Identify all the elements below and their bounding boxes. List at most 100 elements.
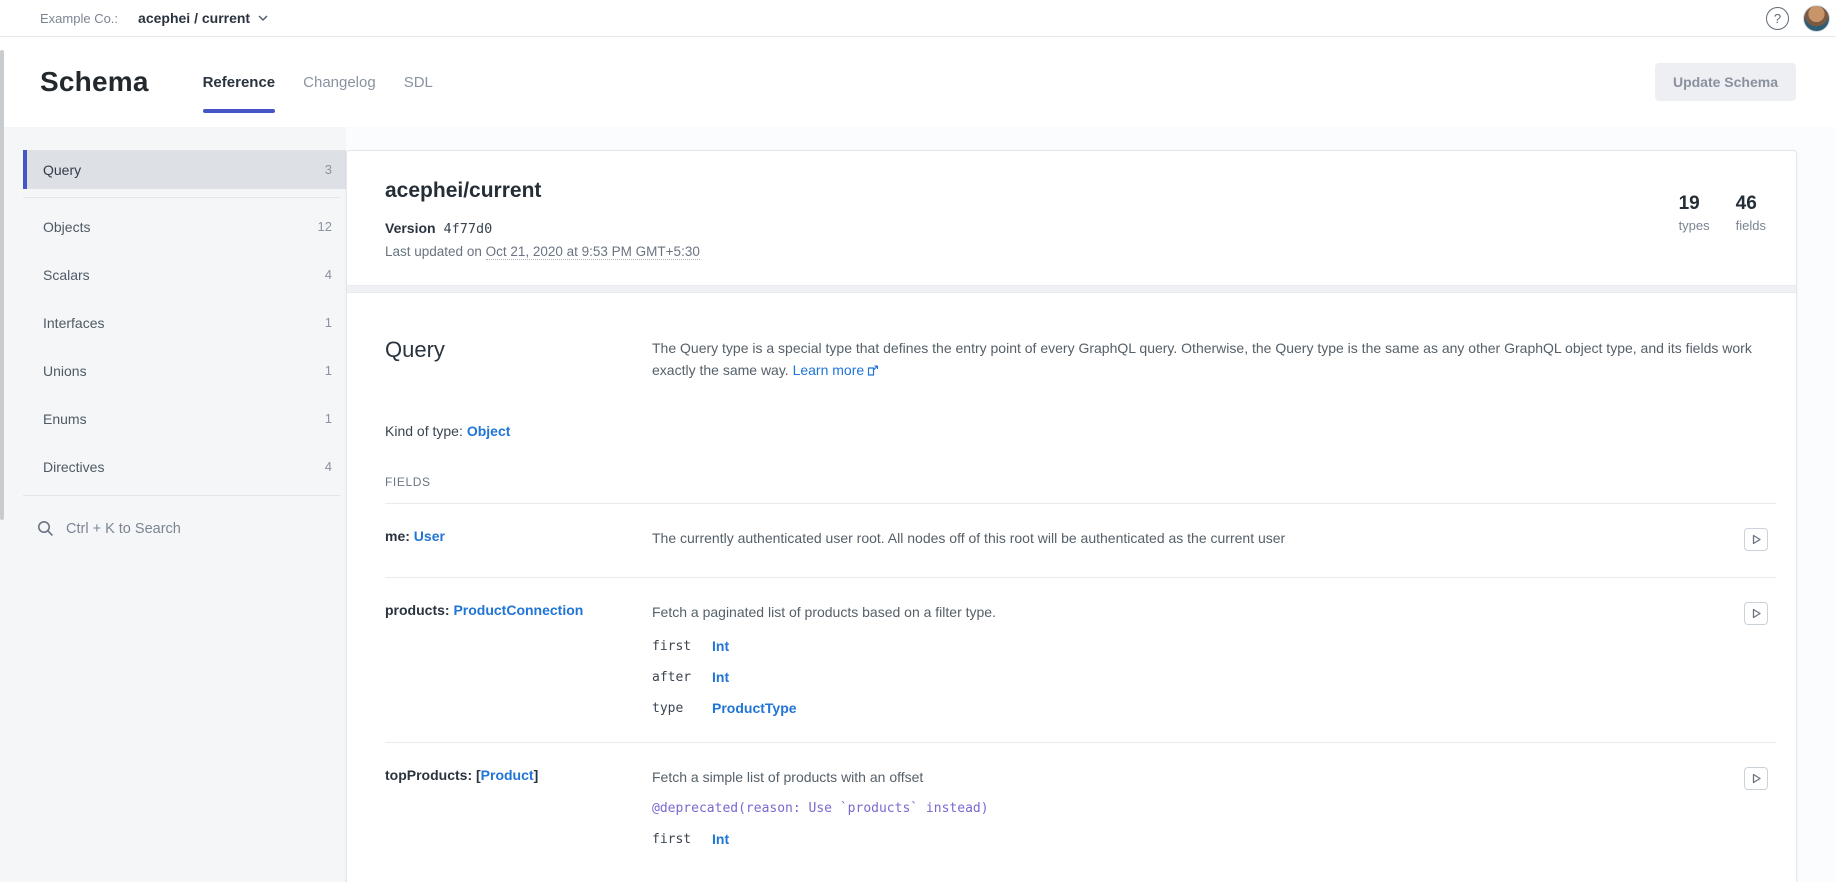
run-query-button[interactable] — [1744, 767, 1768, 790]
field-type-link[interactable]: Product — [481, 767, 534, 783]
graph-selector-value: acephei / current — [138, 10, 250, 26]
sidebar-item-label: Objects — [43, 219, 90, 235]
arg-name: type — [652, 701, 712, 716]
divider — [23, 197, 340, 198]
scrollbar[interactable] — [0, 50, 4, 520]
help-icon[interactable]: ? — [1766, 7, 1789, 30]
version-line: Version 4f77d0 — [385, 220, 700, 237]
type-description: The Query type is a special type that de… — [652, 337, 1757, 381]
card-header: acephei/current Version 4f77d0 Last upda… — [347, 151, 1796, 285]
type-section: Query The Query type is a special type t… — [347, 293, 1796, 873]
update-schema-button[interactable]: Update Schema — [1655, 63, 1796, 101]
stat-value: 19 — [1679, 193, 1710, 215]
sidebar-item-count: 1 — [325, 411, 332, 426]
arg-name: first — [652, 832, 712, 847]
sidebar: Query 3 Objects 12 Scalars 4 Interfaces … — [0, 127, 346, 882]
field-arg: after Int — [652, 669, 1722, 685]
fields-list: me: User The currently authenticated use… — [385, 503, 1776, 873]
sidebar-item-label: Query — [43, 162, 81, 178]
sidebar-item-count: 4 — [325, 267, 332, 282]
sidebar-item-count: 12 — [318, 219, 332, 234]
divider — [23, 495, 340, 496]
kind-value-link[interactable]: Object — [467, 423, 511, 439]
field-name: me: — [385, 528, 410, 544]
sidebar-item-label: Scalars — [43, 267, 90, 283]
org-label: Example Co.: — [40, 11, 118, 26]
field-description: Fetch a simple list of products with an … — [652, 767, 1722, 788]
tab-reference[interactable]: Reference — [203, 37, 276, 127]
sidebar-item-directives[interactable]: Directives 4 — [23, 447, 346, 486]
stat: 19 types — [1679, 193, 1710, 233]
version-value: 4f77d0 — [443, 221, 492, 237]
field-body: Fetch a simple list of products with an … — [652, 767, 1722, 847]
chevron-down-icon — [258, 13, 268, 23]
main-panel: acephei/current Version 4f77d0 Last upda… — [346, 127, 1836, 882]
sidebar-item-label: Unions — [43, 363, 87, 379]
sidebar-item-label: Enums — [43, 411, 87, 427]
run-query-button[interactable] — [1744, 602, 1768, 625]
schema-stats: 19 types 46 fields — [1679, 179, 1766, 233]
field-type-link[interactable]: ProductConnection — [453, 602, 583, 618]
field-description: The currently authenticated user root. A… — [652, 528, 1722, 549]
play-icon — [1751, 534, 1762, 545]
fields-label: FIELDS — [385, 475, 1776, 489]
tab-label: Changelog — [303, 74, 376, 91]
tab-label: SDL — [404, 74, 433, 91]
field-name-col: products: ProductConnection — [385, 602, 652, 716]
sidebar-item-unions[interactable]: Unions 1 — [23, 351, 346, 390]
user-avatar[interactable] — [1803, 5, 1830, 32]
schema-header: Schema ReferenceChangelogSDL Update Sche… — [0, 37, 1836, 127]
sidebar-item-interfaces[interactable]: Interfaces 1 — [23, 303, 346, 342]
external-link-icon — [867, 364, 879, 376]
kind-label: Kind of type: — [385, 423, 463, 439]
sidebar-item-query[interactable]: Query 3 — [23, 150, 346, 189]
search-placeholder: Ctrl + K to Search — [66, 521, 181, 537]
field-name-col: topProducts: [Product] — [385, 767, 652, 847]
search-input[interactable]: Ctrl + K to Search — [23, 504, 346, 537]
section-divider — [347, 285, 1796, 293]
schema-card: acephei/current Version 4f77d0 Last upda… — [346, 150, 1797, 882]
graph-title: acephei/current — [385, 179, 700, 203]
field-body: The currently authenticated user root. A… — [652, 528, 1722, 551]
arg-name: first — [652, 639, 712, 654]
arg-type-link[interactable]: ProductType — [712, 700, 797, 716]
last-updated-date: Oct 21, 2020 at 9:53 PM GMT+5:30 — [486, 244, 700, 260]
sidebar-nav: Query 3 Objects 12 Scalars 4 Interfaces … — [23, 150, 346, 486]
tab-changelog[interactable]: Changelog — [303, 37, 376, 127]
last-updated-prefix: Last updated on — [385, 244, 486, 259]
play-icon — [1751, 608, 1762, 619]
sidebar-item-label: Interfaces — [43, 315, 104, 331]
tab-sdl[interactable]: SDL — [404, 37, 433, 127]
sidebar-item-count: 4 — [325, 459, 332, 474]
arg-type-link[interactable]: Int — [712, 831, 729, 847]
stat-label: types — [1679, 218, 1710, 233]
schema-tabs: Reference Changelog SDL — [203, 37, 433, 127]
sidebar-item-count: 3 — [325, 162, 332, 177]
field-arg: type ProductType — [652, 700, 1722, 716]
arg-type-link[interactable]: Int — [712, 638, 729, 654]
field-play-col — [1722, 602, 1776, 716]
sidebar-item-count: 1 — [325, 363, 332, 378]
top-bar: Example Co.: acephei / current ? — [0, 0, 1836, 37]
arg-type-link[interactable]: Int — [712, 669, 729, 685]
field-type-link[interactable]: User — [414, 528, 445, 544]
play-icon — [1751, 773, 1762, 784]
learn-more-link[interactable]: Learn more — [793, 362, 880, 378]
field-name-col: me: User — [385, 528, 652, 551]
sidebar-item-objects[interactable]: Objects 12 — [23, 207, 346, 246]
field-play-col — [1722, 767, 1776, 847]
field-args: first Int after Int type ProductType — [652, 638, 1722, 716]
graph-selector-dropdown[interactable]: acephei / current — [138, 10, 268, 26]
run-query-button[interactable] — [1744, 528, 1768, 551]
tab-label: Reference — [203, 74, 276, 91]
field-body: Fetch a paginated list of products based… — [652, 602, 1722, 716]
field-row: me: User The currently authenticated use… — [385, 503, 1776, 577]
field-play-col — [1722, 528, 1776, 551]
last-updated: Last updated on Oct 21, 2020 at 9:53 PM … — [385, 244, 700, 259]
sidebar-item-enums[interactable]: Enums 1 — [23, 399, 346, 438]
field-arg: first Int — [652, 638, 1722, 654]
version-label: Version — [385, 220, 436, 236]
field-row: topProducts: [Product] Fetch a simple li… — [385, 742, 1776, 873]
sidebar-item-scalars[interactable]: Scalars 4 — [23, 255, 346, 294]
learn-more-label: Learn more — [793, 362, 865, 378]
